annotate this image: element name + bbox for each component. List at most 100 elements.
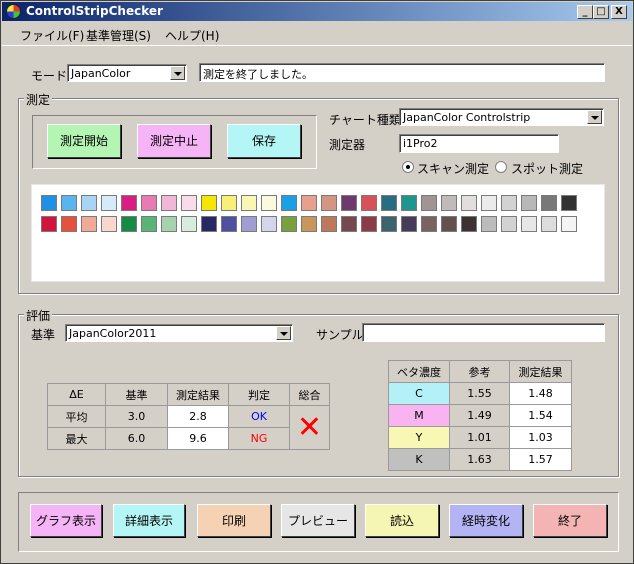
time-change-button[interactable]: 経時変化 [449, 504, 523, 537]
load-button[interactable]: 読込 [365, 504, 439, 537]
color-patch [221, 216, 237, 232]
maximize-button[interactable]: □ [593, 5, 609, 19]
menu-standard-management[interactable]: 基準管理(S) [86, 27, 151, 44]
table-row: 平均 3.0 2.8 OK ✕ [47, 405, 330, 450]
result-header: 測定結果 [167, 383, 229, 406]
table-row: 最大 6.0 9.6 NG [47, 427, 330, 450]
preview-button[interactable]: プレビュー [281, 504, 355, 537]
color-patch [61, 216, 77, 232]
row-standard: 6.0 [105, 427, 168, 450]
graph-view-button[interactable]: グラフ表示 [30, 504, 102, 537]
chevron-down-icon[interactable] [587, 110, 602, 124]
color-patch [501, 216, 517, 232]
color-patch [381, 195, 397, 211]
color-patch [241, 195, 257, 211]
mode-select-value: JapanColor [71, 67, 131, 80]
color-patch [401, 216, 417, 232]
color-patch [381, 216, 397, 232]
minimize-button[interactable]: _ [577, 5, 593, 19]
device-field[interactable]: i1Pro2 [399, 134, 559, 153]
color-patch [441, 216, 457, 232]
row-standard: 3.0 [105, 405, 168, 428]
stop-measure-button[interactable]: 測定中止 [137, 124, 211, 158]
color-patch [101, 216, 117, 232]
color-patch [481, 216, 497, 232]
exit-button[interactable]: 終了 [533, 504, 607, 537]
color-patch [321, 195, 337, 211]
color-patch [341, 216, 357, 232]
color-patch [441, 195, 457, 211]
chart-type-select[interactable]: JapanColor Controlstrip [399, 108, 604, 126]
color-patch [561, 216, 577, 232]
color-patch [481, 195, 497, 211]
main-window: ControlStripChecker _ □ X ファイル(F) 基準管理(S… [0, 0, 634, 564]
row-result: 2.8 [167, 405, 229, 428]
status-field: 測定を終了しました。 [199, 63, 605, 82]
ink-result: 1.03 [509, 426, 572, 449]
color-patch [141, 216, 157, 232]
standard-value: JapanColor2011 [69, 327, 157, 340]
status-text: 測定を終了しました。 [203, 68, 313, 81]
standard-select[interactable]: JapanColor2011 [65, 324, 293, 342]
judge-ng-badge: NG [228, 427, 290, 450]
color-patch [461, 216, 477, 232]
menu-help[interactable]: ヘルプ(H) [165, 27, 219, 44]
judge-header: 判定 [228, 383, 290, 406]
start-measure-button[interactable]: 測定開始 [47, 124, 121, 158]
color-patch [521, 216, 537, 232]
sample-field[interactable] [362, 323, 605, 342]
scan-measure-label[interactable]: スキャン測定 [417, 160, 489, 177]
chevron-down-icon[interactable] [170, 66, 185, 80]
spot-measure-label[interactable]: スポット測定 [511, 160, 583, 177]
ink-reference: 1.63 [449, 448, 510, 471]
color-patch [221, 195, 237, 211]
menu-file[interactable]: ファイル(F) [20, 27, 84, 44]
color-patch [241, 216, 257, 232]
color-patch [161, 216, 177, 232]
standard-header: 基準 [105, 383, 168, 406]
table-row: Y 1.01 1.03 [388, 426, 572, 449]
color-patch [421, 195, 437, 211]
chevron-down-icon[interactable] [276, 326, 291, 340]
standard-label: 基準 [31, 328, 56, 342]
color-patch [141, 195, 157, 211]
device-label: 測定器 [329, 138, 366, 152]
color-patch [261, 195, 277, 211]
color-patch [181, 216, 197, 232]
color-patch-panel [31, 184, 605, 282]
color-patch [201, 216, 217, 232]
color-patch [41, 195, 57, 211]
color-patch [361, 216, 377, 232]
color-patch [61, 195, 77, 211]
mode-select[interactable]: JapanColor [67, 64, 187, 82]
color-patch [561, 195, 577, 211]
color-patch [81, 216, 97, 232]
print-button[interactable]: 印刷 [197, 504, 271, 537]
spot-measure-radio[interactable] [495, 161, 507, 173]
close-button[interactable]: X [611, 5, 627, 19]
chart-type-label: チャート種類 [329, 113, 401, 127]
judge-ok-badge: OK [228, 405, 290, 428]
color-patch [301, 216, 317, 232]
save-button[interactable]: 保存 [227, 124, 301, 158]
mode-label: モード [31, 69, 68, 83]
color-patch [541, 216, 557, 232]
overall-result-icon: ✕ [289, 405, 330, 450]
color-patch [401, 195, 417, 211]
row-name: 平均 [47, 405, 106, 428]
app-icon [6, 4, 21, 19]
color-patch [521, 195, 537, 211]
row-name: 最大 [47, 427, 106, 450]
color-patch [201, 195, 217, 211]
scan-measure-radio[interactable] [402, 161, 414, 173]
color-patch [501, 195, 517, 211]
title-bar[interactable]: ControlStripChecker _ □ X [2, 2, 632, 21]
color-patch [281, 216, 297, 232]
color-patch [261, 216, 277, 232]
table-row: M 1.49 1.54 [388, 404, 572, 427]
delta-e-table: ΔE 基準 測定結果 判定 総合 平均 3.0 2.8 OK ✕ 最大 6.0 … [47, 383, 330, 450]
color-patch [81, 195, 97, 211]
color-patch [181, 195, 197, 211]
detail-view-button[interactable]: 詳細表示 [113, 504, 185, 537]
color-patch [541, 195, 557, 211]
